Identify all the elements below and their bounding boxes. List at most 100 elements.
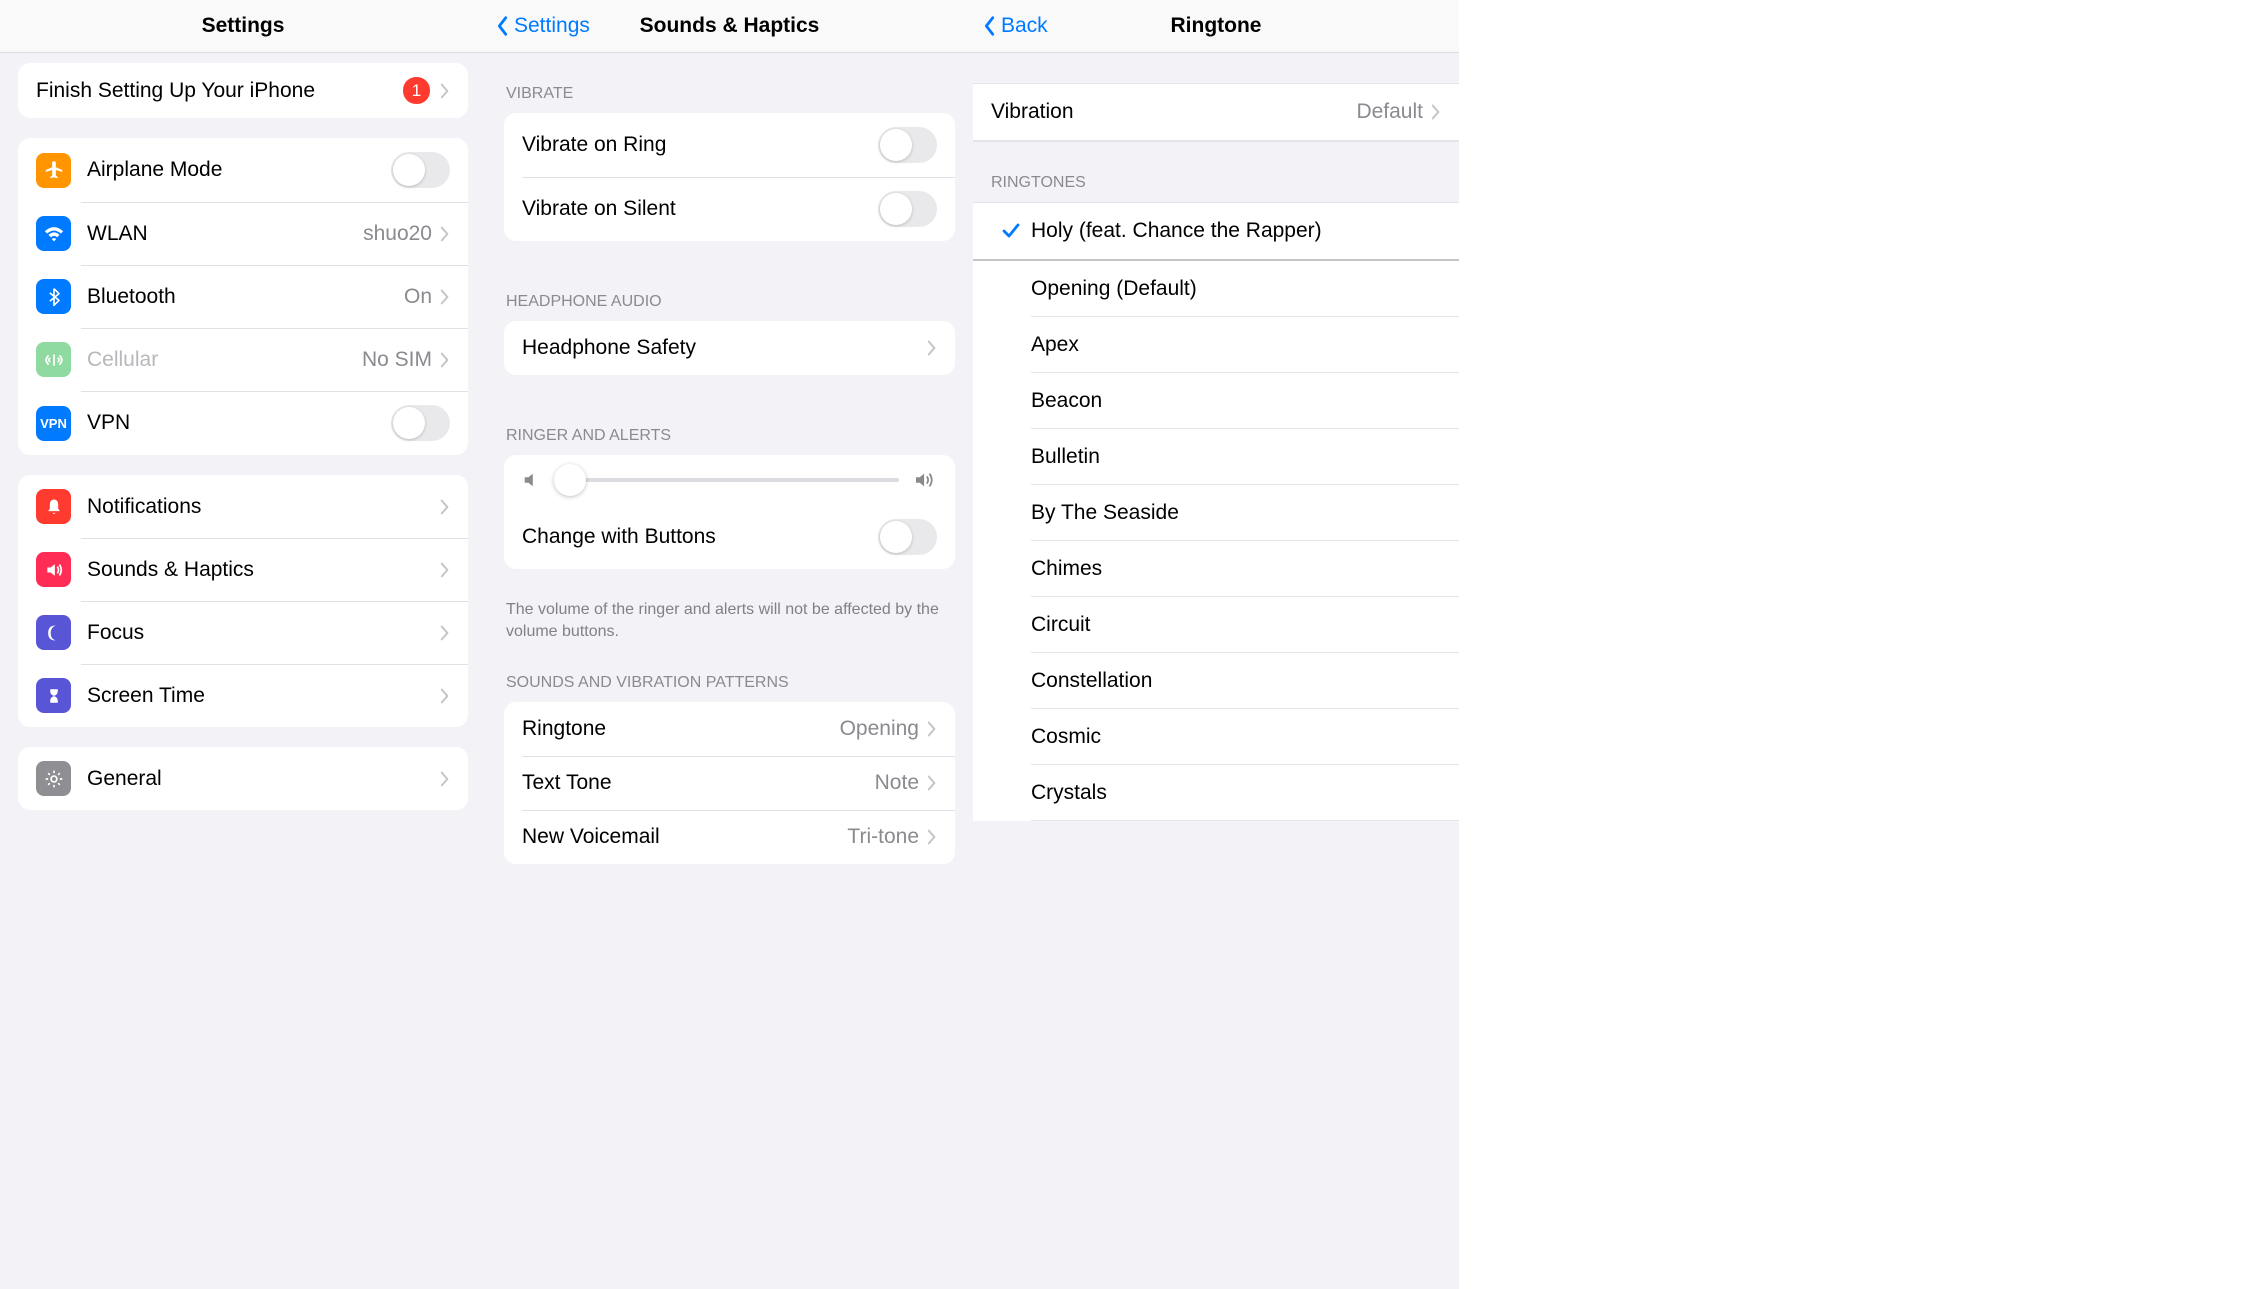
chevron-right-icon	[440, 771, 450, 787]
volume-slider-row	[504, 455, 955, 505]
airplane-mode-toggle[interactable]	[391, 152, 450, 188]
ringtone-option-row[interactable]: Constellation	[973, 653, 1459, 709]
chevron-right-icon	[440, 289, 450, 305]
ringtone-option-row[interactable]: Bulletin	[973, 429, 1459, 485]
vibrate-on-silent-row[interactable]: Vibrate on Silent	[504, 177, 955, 241]
airplane-mode-row[interactable]: Airplane Mode	[18, 138, 468, 202]
chevron-right-icon	[440, 83, 450, 99]
headphone-safety-label: Headphone Safety	[522, 336, 927, 360]
finish-setup-row[interactable]: Finish Setting Up Your iPhone 1	[18, 63, 468, 118]
vibrate-on-silent-label: Vibrate on Silent	[522, 197, 878, 221]
bluetooth-detail: On	[404, 285, 432, 309]
sounds-header: SOUNDS AND VIBRATION PATTERNS	[486, 642, 973, 702]
volume-slider[interactable]	[554, 478, 899, 482]
chevron-right-icon	[927, 721, 937, 737]
sounds-haptics-row[interactable]: Sounds & Haptics	[18, 538, 468, 601]
focus-row[interactable]: Focus	[18, 601, 468, 664]
page-title: Settings	[202, 14, 285, 38]
screen-time-row[interactable]: Screen Time	[18, 664, 468, 727]
change-with-buttons-toggle[interactable]	[878, 519, 937, 555]
text-tone-detail: Note	[875, 771, 919, 795]
screen-time-label: Screen Time	[87, 684, 440, 708]
vibration-detail: Default	[1356, 100, 1423, 124]
cellular-label: Cellular	[87, 348, 362, 372]
new-voicemail-detail: Tri-tone	[847, 825, 919, 849]
general-row[interactable]: General	[18, 747, 468, 810]
ringer-group: Change with Buttons	[504, 455, 955, 569]
ringtone-option-row[interactable]: Chimes	[973, 541, 1459, 597]
airplane-icon	[36, 153, 71, 188]
ringtone-option-label: Chimes	[1031, 557, 1441, 581]
gear-icon	[36, 761, 71, 796]
headphone-safety-row[interactable]: Headphone Safety	[504, 321, 955, 375]
notification-badge: 1	[403, 77, 430, 104]
back-label: Settings	[514, 14, 590, 38]
ringtone-label: Ringtone	[522, 717, 840, 741]
notifications-label: Notifications	[87, 495, 440, 519]
vibrate-group: Vibrate on Ring Vibrate on Silent	[504, 113, 955, 241]
ringtone-option-row[interactable]: Opening (Default)	[973, 261, 1459, 317]
ringer-footer: The volume of the ringer and alerts will…	[486, 589, 973, 642]
notifications-row[interactable]: Notifications	[18, 475, 468, 538]
new-voicemail-label: New Voicemail	[522, 825, 847, 849]
sounds-haptics-label: Sounds & Haptics	[87, 558, 440, 582]
focus-label: Focus	[87, 621, 440, 645]
wlan-detail: shuo20	[363, 222, 432, 246]
headphone-header: HEADPHONE AUDIO	[486, 261, 973, 321]
chevron-right-icon	[927, 829, 937, 845]
chevron-right-icon	[440, 226, 450, 242]
chevron-right-icon	[1431, 104, 1441, 120]
ringer-header: RINGER AND ALERTS	[486, 395, 973, 455]
back-button[interactable]: Settings	[496, 14, 590, 38]
navbar-sounds-haptics: Settings Sounds & Haptics	[486, 0, 973, 53]
wifi-icon	[36, 216, 71, 251]
headphone-group: Headphone Safety	[504, 321, 955, 375]
chevron-right-icon	[440, 352, 450, 368]
vibrate-on-ring-label: Vibrate on Ring	[522, 133, 878, 157]
ringtone-option-label: By The Seaside	[1031, 501, 1441, 525]
ringtone-option-row[interactable]: Apex	[973, 317, 1459, 373]
navbar-settings: Settings	[0, 0, 486, 53]
vibration-label: Vibration	[991, 100, 1356, 124]
navbar-ringtone: Back Ringtone	[973, 0, 1459, 53]
slider-thumb[interactable]	[554, 464, 586, 496]
ringtone-option-label: Constellation	[1031, 669, 1441, 693]
connectivity-group: Airplane Mode WLAN shuo20 Bluetooth On C…	[18, 138, 468, 455]
vibrate-header: VIBRATE	[486, 53, 973, 113]
ringtone-option-label: Bulletin	[1031, 445, 1441, 469]
bluetooth-label: Bluetooth	[87, 285, 404, 309]
checkmark-icon	[991, 221, 1031, 241]
bluetooth-row[interactable]: Bluetooth On	[18, 265, 468, 328]
vibrate-on-ring-row[interactable]: Vibrate on Ring	[504, 113, 955, 177]
finish-setup-group: Finish Setting Up Your iPhone 1	[18, 63, 468, 118]
vibrate-on-ring-toggle[interactable]	[878, 127, 937, 163]
ringtone-option-row[interactable]: By The Seaside	[973, 485, 1459, 541]
notifications-group: Notifications Sounds & Haptics Focus Scr…	[18, 475, 468, 727]
bell-icon	[36, 489, 71, 524]
back-button[interactable]: Back	[983, 14, 1048, 38]
general-group: General	[18, 747, 468, 810]
vpn-row[interactable]: VPN VPN	[18, 391, 468, 455]
cellular-row[interactable]: Cellular No SIM	[18, 328, 468, 391]
ringtones-header: RINGTONES	[973, 142, 1459, 202]
ringtone-option-label: Cosmic	[1031, 725, 1441, 749]
speaker-high-icon	[913, 471, 937, 489]
ringtone-selected-row[interactable]: Holy (feat. Chance the Rapper)	[973, 203, 1459, 259]
ringtone-option-row[interactable]: Circuit	[973, 597, 1459, 653]
new-voicemail-row[interactable]: New Voicemail Tri-tone	[504, 810, 955, 864]
chevron-right-icon	[440, 688, 450, 704]
change-with-buttons-row[interactable]: Change with Buttons	[504, 505, 955, 569]
ringtone-option-row[interactable]: Crystals	[973, 765, 1459, 821]
vpn-toggle[interactable]	[391, 405, 450, 441]
vibration-row[interactable]: Vibration Default	[973, 84, 1459, 141]
bluetooth-icon	[36, 279, 71, 314]
wlan-row[interactable]: WLAN shuo20	[18, 202, 468, 265]
ringtone-option-row[interactable]: Beacon	[973, 373, 1459, 429]
vibrate-on-silent-toggle[interactable]	[878, 191, 937, 227]
chevron-left-icon	[496, 15, 510, 37]
text-tone-row[interactable]: Text Tone Note	[504, 756, 955, 810]
moon-icon	[36, 615, 71, 650]
general-label: General	[87, 767, 440, 791]
ringtone-row[interactable]: Ringtone Opening	[504, 702, 955, 756]
ringtone-option-row[interactable]: Cosmic	[973, 709, 1459, 765]
